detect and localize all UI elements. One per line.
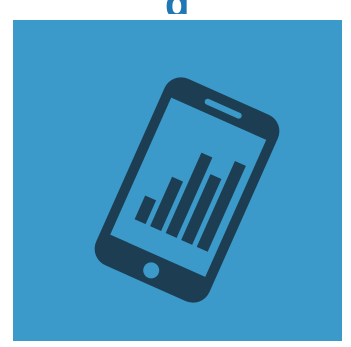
mobile-analytics-icon <box>94 77 280 303</box>
app-tile-canvas: g <box>0 0 351 347</box>
mobile-analytics-tile[interactable] <box>13 20 342 341</box>
partial-heading-text: g <box>165 0 190 14</box>
partial-heading: g <box>0 0 351 14</box>
phone-icon <box>94 77 280 303</box>
